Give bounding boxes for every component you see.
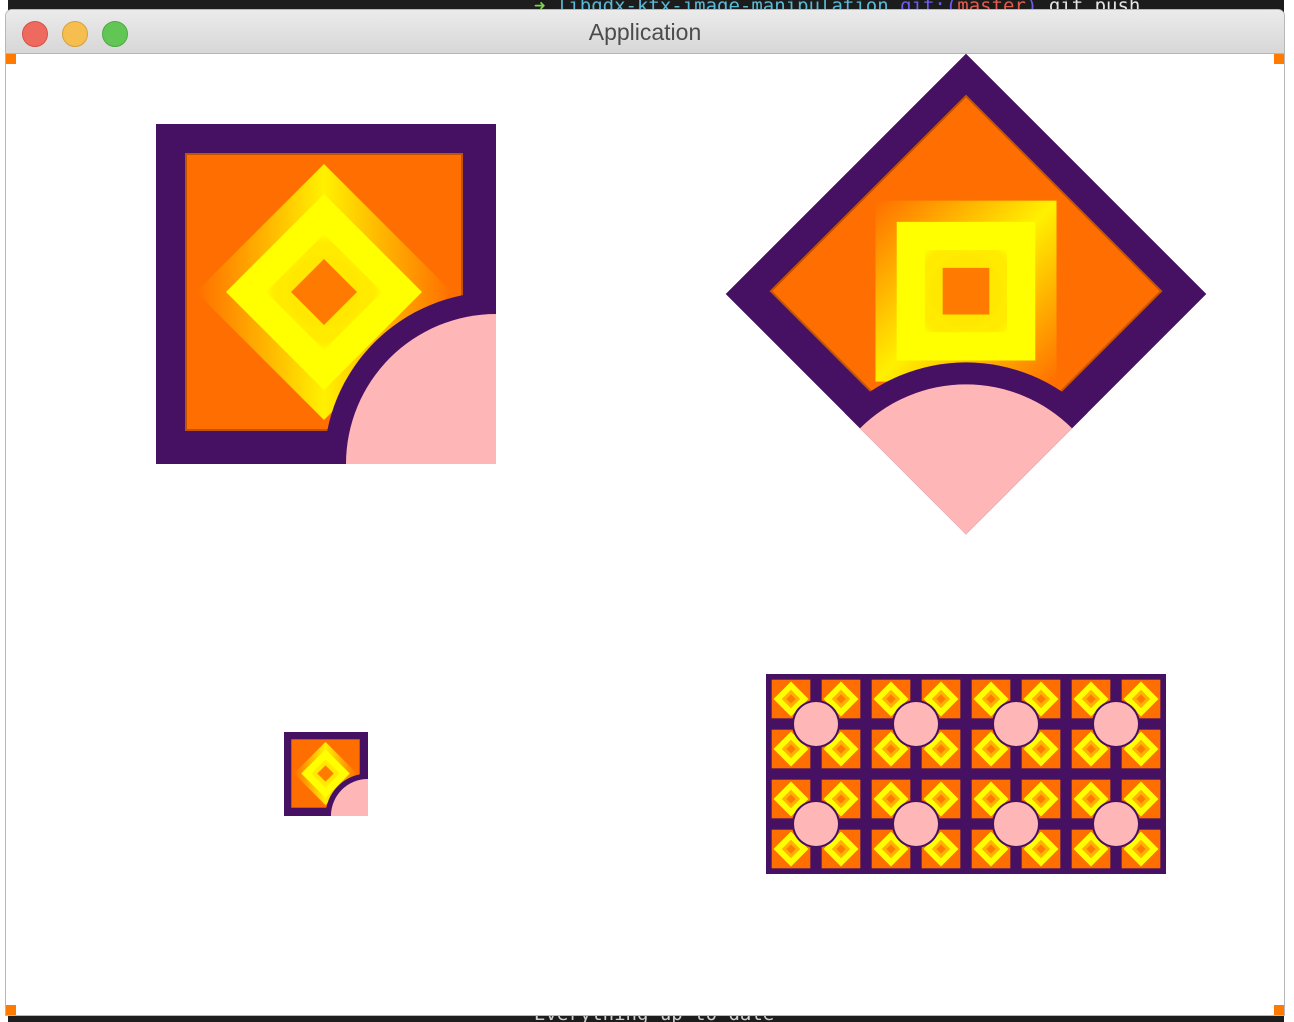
corner-marker <box>1274 1005 1284 1015</box>
tile-cutout <box>1094 702 1138 746</box>
sprite-scaled <box>284 732 368 816</box>
title-bar[interactable]: Application <box>6 10 1284 54</box>
tile-cutout <box>994 702 1038 746</box>
corner-marker <box>6 1005 16 1015</box>
canvas <box>6 53 1284 1015</box>
tile-cutout <box>894 702 938 746</box>
tile-cutout <box>794 802 838 846</box>
tile-cutout <box>894 802 938 846</box>
corner-marker <box>1274 54 1284 64</box>
window-title: Application <box>588 19 702 45</box>
corner-marker <box>6 54 16 64</box>
sprite-rotated <box>725 53 1207 535</box>
tile-cutout <box>794 702 838 746</box>
sprite-tiled <box>766 674 1166 874</box>
tile-cutout <box>1094 802 1138 846</box>
application-window: Application <box>6 10 1284 1015</box>
sprite-original <box>156 124 496 464</box>
background-window-right <box>1284 0 1294 1022</box>
tile-cutout <box>994 802 1038 846</box>
